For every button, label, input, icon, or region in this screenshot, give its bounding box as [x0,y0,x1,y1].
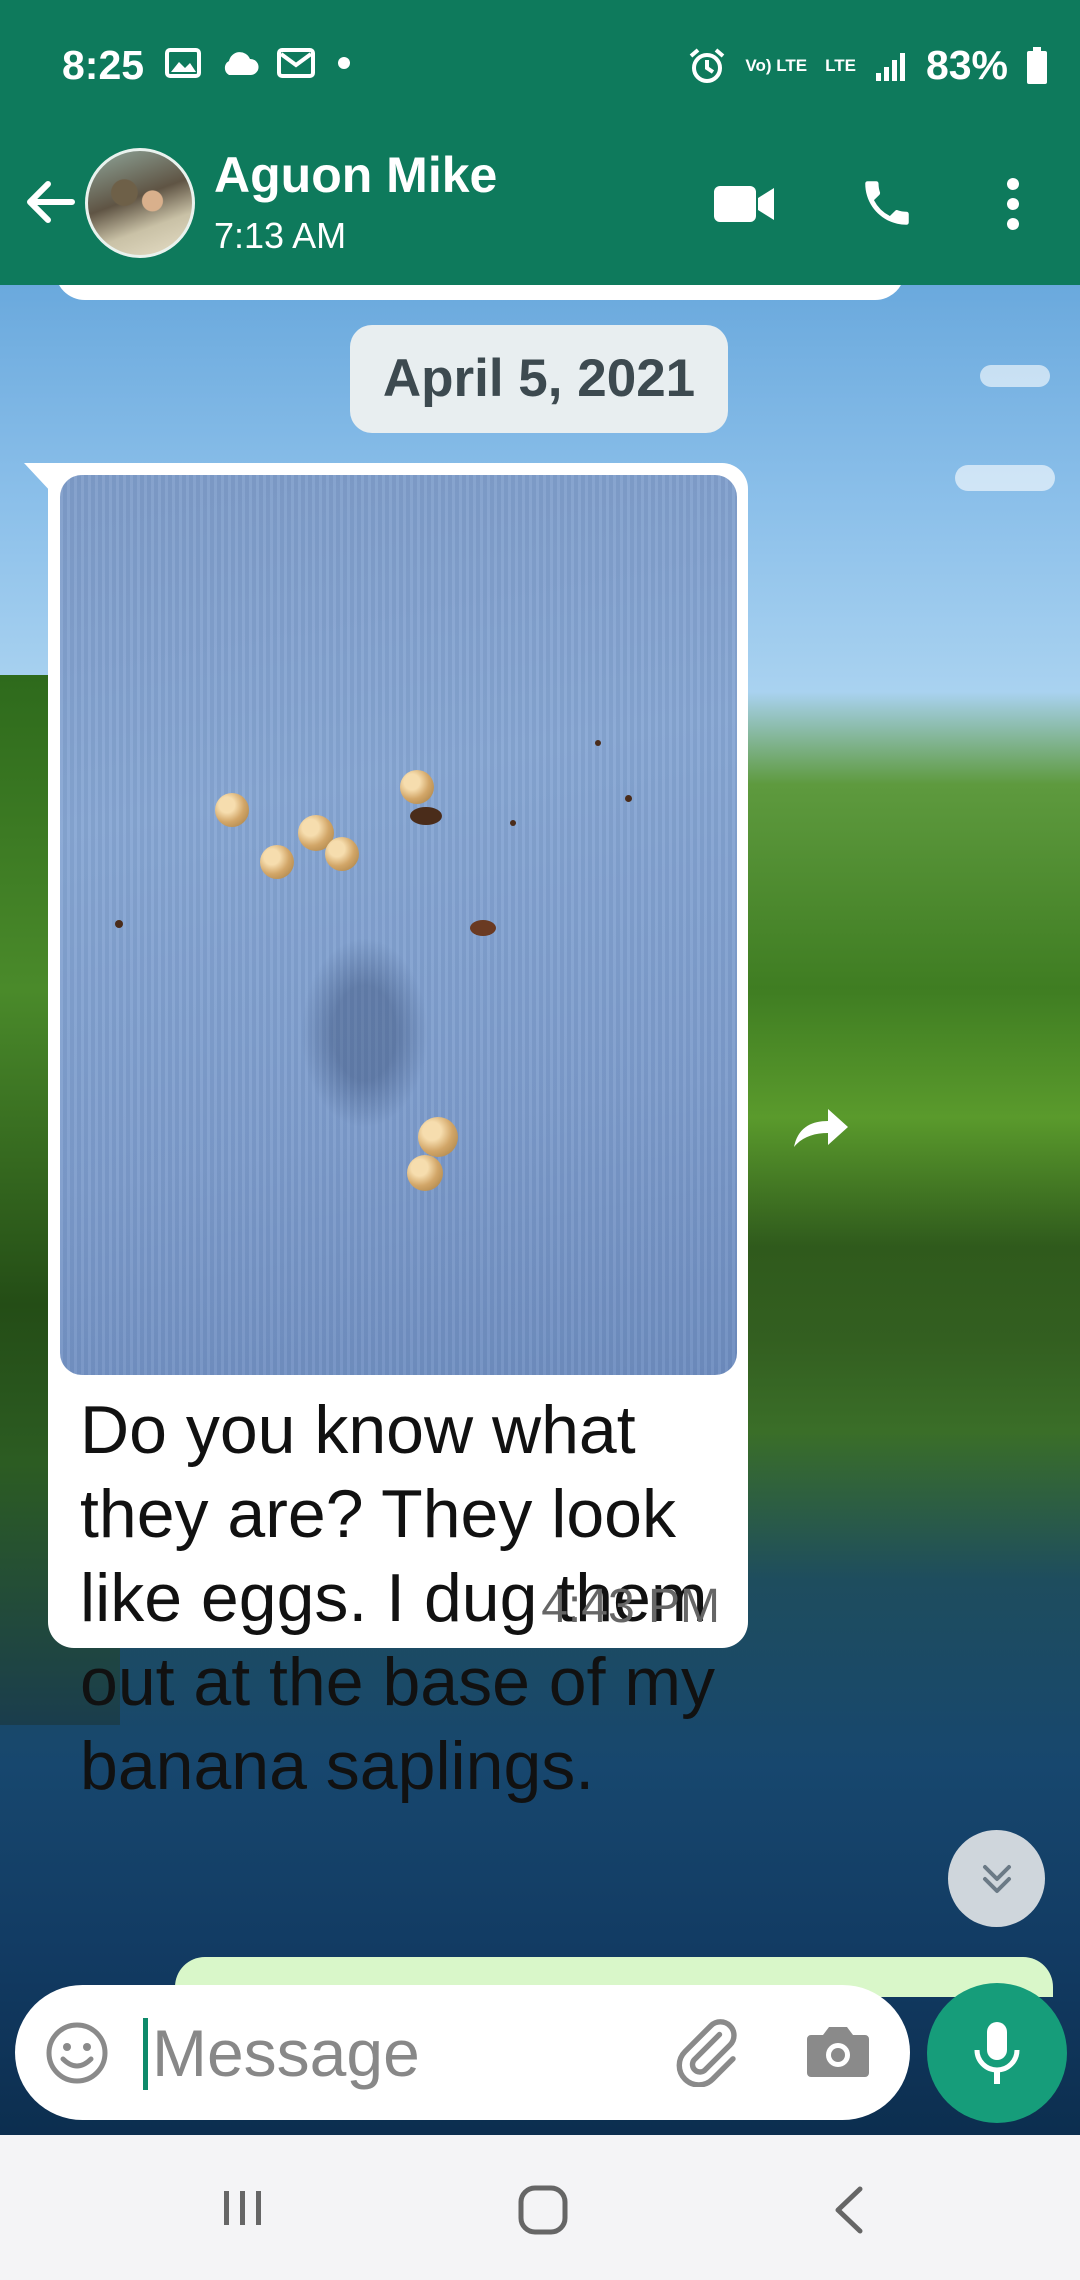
volte-icon: Vo) LTE [745,55,808,75]
wallpaper-cloud [980,365,1050,387]
dot-icon [338,57,350,69]
egg [325,837,359,871]
back-icon[interactable] [826,2183,872,2237]
previous-message-edge [55,285,905,300]
wallpaper-cloud [955,465,1055,491]
date-chip: April 5, 2021 [350,325,728,433]
back-arrow-icon[interactable] [20,172,80,232]
status-left-icons [165,48,355,78]
debris [510,820,516,826]
emoji-icon[interactable] [45,2021,109,2085]
forward-icon[interactable] [790,1105,852,1153]
egg [260,845,294,879]
lte-icon: LTE [825,55,856,75]
contact-name[interactable]: Aguon Mike [214,146,497,204]
debris [410,807,442,825]
recents-icon[interactable] [218,2183,268,2233]
message-composer [15,1985,910,2120]
egg [215,793,249,827]
debris [470,920,496,936]
debris [595,740,601,746]
battery-icon [1027,46,1047,84]
chat-area[interactable]: April 5, 2021 Do you know what they are?… [0,285,1080,2135]
message-input[interactable] [150,2007,654,2099]
message-photo[interactable] [60,475,737,1375]
incoming-message-bubble[interactable]: Do you know what they are? They look lik… [48,463,748,1804]
status-time: 8:25 [62,42,145,88]
signal-icon [875,52,905,81]
camera-icon[interactable] [805,2023,871,2079]
system-navigation-bar [0,2135,1080,2280]
status-right-icons: Vo) LTE LTE 83% [687,42,1048,89]
gallery-icon [165,48,201,78]
scroll-to-bottom-button[interactable] [948,1830,1045,1927]
avatar[interactable] [85,148,195,258]
text-cursor [143,2018,148,2090]
video-call-icon[interactable] [712,182,776,226]
chat-header: Aguon Mike 7:13 AM [0,140,1080,285]
message-time: 4:43 PM [541,1580,720,1633]
cloud-icon [224,52,259,75]
contact-last-seen[interactable]: 7:13 AM [214,215,346,257]
phone-icon[interactable] [858,174,916,232]
paperclip-icon[interactable] [670,2015,742,2087]
egg [407,1155,443,1191]
home-icon[interactable] [516,2183,570,2237]
mic-icon [974,2022,1020,2084]
voice-message-button[interactable] [927,1983,1067,2123]
status-bar: 8:25 Vo) LTE LTE 83% [0,0,1080,140]
debris [625,795,632,802]
debris [115,920,123,928]
egg [418,1117,458,1157]
email-icon [277,48,315,78]
alarm-icon [690,47,725,83]
double-chevron-down-icon [982,1864,1011,1893]
egg [400,770,434,804]
battery-percentage: 83% [925,42,1008,88]
more-vert-icon[interactable] [1003,176,1023,232]
